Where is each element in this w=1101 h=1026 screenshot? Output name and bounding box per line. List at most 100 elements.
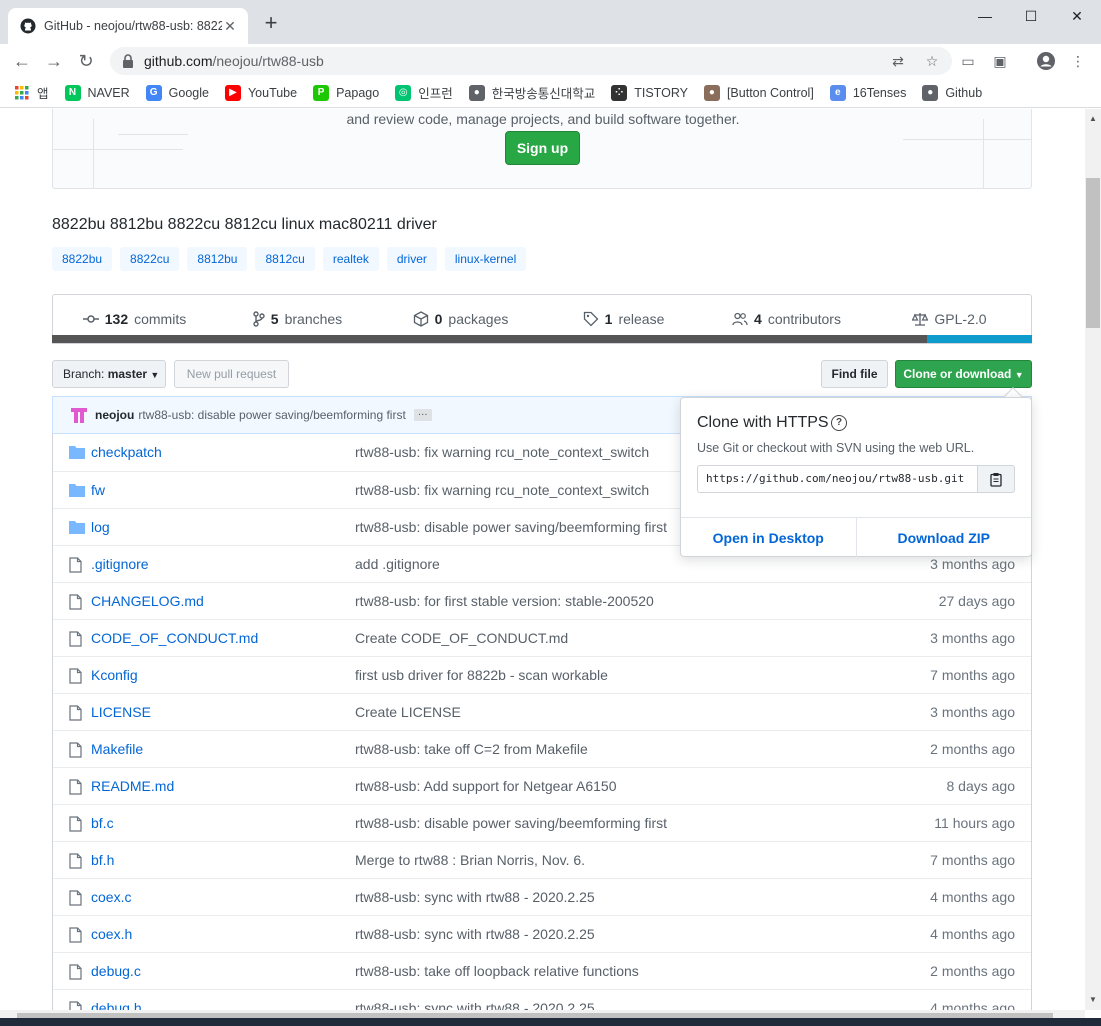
help-icon[interactable]: ?: [831, 415, 847, 431]
cast-icon[interactable]: ▭: [957, 51, 979, 71]
bookmark-item[interactable]: e 16Tenses: [829, 84, 906, 101]
file-name-link[interactable]: checkpatch: [91, 444, 162, 460]
file-name-link[interactable]: LICENSE: [91, 704, 151, 720]
extension-icon[interactable]: ▣: [989, 51, 1011, 71]
bookmark-item[interactable]: ◎ 인프런: [395, 83, 453, 102]
bookmark-item[interactable]: ● [Button Control]: [703, 84, 814, 101]
topic-tag[interactable]: driver: [386, 247, 437, 271]
bookmark-item[interactable]: G Google: [145, 84, 209, 101]
file-commit-message[interactable]: rtw88-usb: fix warning rcu_note_context_…: [355, 444, 649, 460]
window-close-button[interactable]: ✕: [1055, 4, 1099, 28]
branches-count: 5: [270, 311, 279, 327]
file-commit-message[interactable]: Merge to rtw88 : Brian Norris, Nov. 6.: [355, 852, 585, 868]
topic-tag[interactable]: linux-kernel: [444, 247, 527, 271]
commit-message[interactable]: rtw88-usb: disable power saving/beemform…: [138, 408, 405, 422]
translate-icon[interactable]: ⇄: [888, 51, 908, 71]
file-commit-message[interactable]: first usb driver for 8822b - scan workab…: [355, 667, 608, 683]
browser-tab[interactable]: GitHub - neojou/rtw88-usb: 8822bu 8812bu…: [8, 8, 248, 44]
file-name-link[interactable]: fw: [91, 482, 105, 498]
address-bar[interactable]: github.com/neojou/rtw88-usb ⇄ ☆: [110, 47, 952, 75]
topic-tag[interactable]: 8822cu: [120, 247, 180, 271]
file-commit-message[interactable]: rtw88-usb: fix warning rcu_note_context_…: [355, 482, 649, 498]
topic-tag[interactable]: 8812bu: [187, 247, 248, 271]
file-name-link[interactable]: bf.c: [91, 815, 114, 831]
file-name-link[interactable]: coex.c: [91, 889, 131, 905]
file-commit-message[interactable]: rtw88-usb: take off loopback relative fu…: [355, 963, 639, 979]
file-commit-message[interactable]: rtw88-usb: sync with rtw88 - 2020.2.25: [355, 1000, 595, 1010]
bookmark-item[interactable]: N NAVER: [64, 84, 130, 101]
file-name-link[interactable]: Makefile: [91, 741, 143, 757]
decoration-line: [118, 134, 188, 135]
minimize-button[interactable]: —: [963, 4, 1007, 28]
clone-url-input[interactable]: https://github.com/neojou/rtw88-usb.git: [697, 465, 979, 493]
file-name-link[interactable]: debug.c: [91, 963, 141, 979]
scrollbar-thumb[interactable]: [1086, 178, 1100, 328]
url-path: /neojou/rtw88-usb: [212, 53, 324, 69]
file-name-link[interactable]: CHANGELOG.md: [91, 593, 204, 609]
open-in-desktop-button[interactable]: Open in Desktop: [681, 518, 856, 557]
menu-kebab-icon[interactable]: ⋮: [1067, 51, 1089, 71]
file-name-link[interactable]: Kconfig: [91, 667, 138, 683]
scroll-down-icon[interactable]: ▼: [1086, 993, 1100, 1007]
file-age: 11 hours ago: [934, 815, 1015, 831]
folder-icon: [69, 445, 85, 461]
file-age: 3 months ago: [930, 556, 1015, 572]
file-commit-message[interactable]: add .gitignore: [355, 556, 440, 572]
new-pull-request-button[interactable]: New pull request: [174, 360, 289, 388]
tab-close-icon[interactable]: ✕: [222, 18, 238, 34]
file-name-link[interactable]: CODE_OF_CONDUCT.md: [91, 630, 258, 646]
file-age: 7 months ago: [930, 852, 1015, 868]
file-age: 4 months ago: [930, 889, 1015, 905]
copy-clipboard-button[interactable]: [977, 465, 1015, 493]
commit-author[interactable]: neojou: [95, 408, 134, 422]
signup-button[interactable]: Sign up: [505, 131, 580, 165]
tag-icon: [583, 311, 599, 327]
file-name-link[interactable]: coex.h: [91, 926, 132, 942]
naver-icon: N: [64, 84, 81, 101]
papago-icon: P: [313, 84, 330, 101]
file-commit-message[interactable]: rtw88-usb: for first stable version: sta…: [355, 593, 654, 609]
find-file-button[interactable]: Find file: [821, 360, 888, 388]
topic-tag[interactable]: 8812cu: [255, 247, 315, 271]
file-row: bf.h Merge to rtw88 : Brian Norris, Nov. …: [53, 841, 1031, 878]
profile-icon[interactable]: [1035, 51, 1057, 71]
clone-or-download-button[interactable]: Clone or download ▼: [895, 360, 1032, 388]
expand-commit-button[interactable]: …: [413, 408, 432, 421]
file-name-link[interactable]: .gitignore: [91, 556, 149, 572]
scroll-up-icon[interactable]: ▲: [1086, 112, 1100, 126]
forward-arrow-icon[interactable]: →: [42, 49, 66, 73]
file-row: bf.c rtw88-usb: disable power saving/beem…: [53, 804, 1031, 841]
file-name-link[interactable]: README.md: [91, 778, 174, 794]
file-commit-message[interactable]: rtw88-usb: disable power saving/beemform…: [355, 815, 667, 831]
bookmark-label: Google: [168, 85, 209, 100]
file-name-link[interactable]: debug.h: [91, 1000, 142, 1010]
file-commit-message[interactable]: rtw88-usb: sync with rtw88 - 2020.2.25: [355, 926, 595, 942]
language-segment: [927, 335, 1032, 343]
bookmark-item[interactable]: 앱: [14, 83, 49, 102]
bookmark-item[interactable]: ● Github: [922, 84, 982, 101]
maximize-button[interactable]: ☐: [1009, 4, 1053, 28]
download-zip-button[interactable]: Download ZIP: [855, 518, 1032, 557]
file-commit-message[interactable]: rtw88-usb: disable power saving/beemform…: [355, 519, 667, 535]
file-commit-message[interactable]: Create CODE_OF_CONDUCT.md: [355, 630, 568, 646]
reload-icon[interactable]: ↻: [74, 49, 98, 73]
branch-select-button[interactable]: Branch: master ▼: [52, 360, 166, 388]
file-commit-message[interactable]: rtw88-usb: sync with rtw88 - 2020.2.25: [355, 889, 595, 905]
topic-tag[interactable]: 8822bu: [52, 247, 113, 271]
file-commit-message[interactable]: rtw88-usb: Add support for Netgear A6150: [355, 778, 617, 794]
file-icon: [69, 1001, 85, 1010]
new-tab-button[interactable]: +: [260, 12, 282, 35]
file-icon: [69, 779, 85, 795]
bookmark-star-icon[interactable]: ☆: [922, 51, 942, 71]
bookmark-item[interactable]: ⁘ TISTORY: [611, 84, 688, 101]
file-name-link[interactable]: bf.h: [91, 852, 114, 868]
file-commit-message[interactable]: rtw88-usb: take off C=2 from Makefile: [355, 741, 588, 757]
file-name-link[interactable]: log: [91, 519, 110, 535]
bookmark-item[interactable]: ▶ YouTube: [224, 84, 298, 101]
bookmark-item[interactable]: P Papago: [313, 84, 379, 101]
file-commit-message[interactable]: Create LICENSE: [355, 704, 461, 720]
bookmark-item[interactable]: ● 한국방송통신대학교: [468, 83, 595, 102]
topic-tag[interactable]: realtek: [322, 247, 379, 271]
bookmark-label: YouTube: [247, 85, 298, 100]
back-arrow-icon[interactable]: ←: [10, 49, 34, 73]
